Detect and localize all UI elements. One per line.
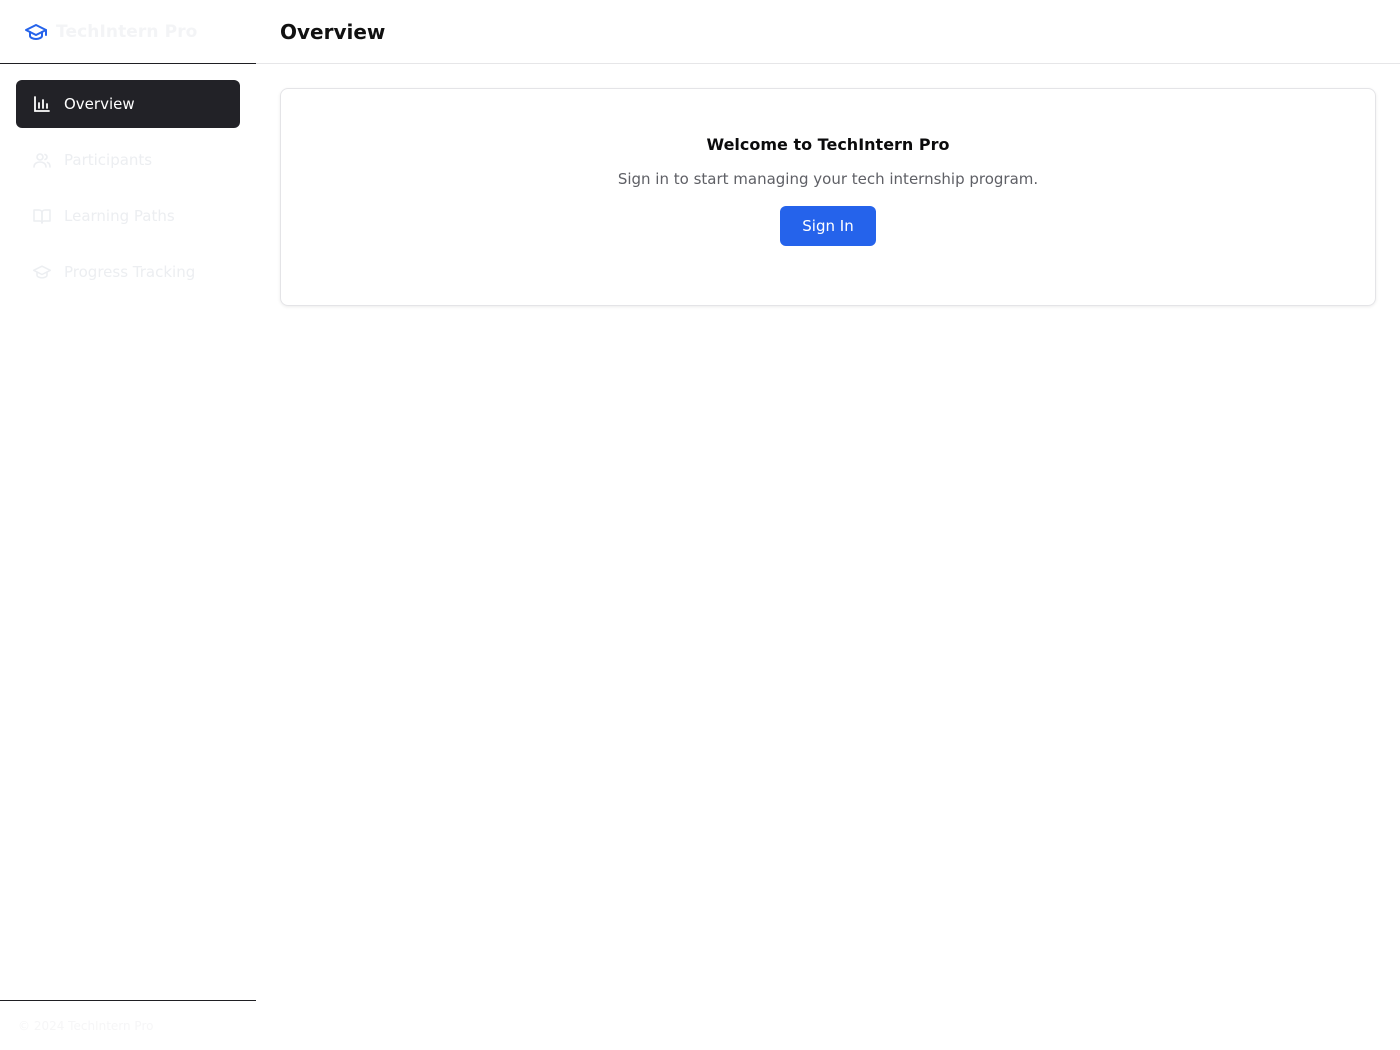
sign-in-button[interactable]: Sign In — [780, 206, 876, 246]
main-area: Overview Welcome to TechIntern Pro Sign … — [256, 0, 1400, 1050]
sidebar-item-label: Learning Paths — [64, 207, 175, 225]
sidebar-item-progress-tracking[interactable]: Progress Tracking — [16, 248, 240, 296]
bar-chart-icon — [32, 94, 52, 114]
main-content: Welcome to TechIntern Pro Sign in to sta… — [256, 64, 1400, 330]
graduation-cap-icon — [32, 262, 52, 282]
welcome-subtitle: Sign in to start managing your tech inte… — [617, 170, 1039, 188]
sidebar-item-learning-paths[interactable]: Learning Paths — [16, 192, 240, 240]
welcome-card: Welcome to TechIntern Pro Sign in to sta… — [280, 88, 1376, 306]
sidebar-item-overview[interactable]: Overview — [16, 80, 240, 128]
graduation-cap-icon — [24, 20, 48, 44]
app-root: TechIntern Pro Overview Participants Lea… — [0, 0, 1400, 1050]
sidebar-item-label: Progress Tracking — [64, 263, 196, 281]
book-open-icon — [32, 206, 52, 226]
brand-name: TechIntern Pro — [56, 21, 198, 42]
page-title: Overview — [280, 19, 386, 44]
sidebar-item-participants[interactable]: Participants — [16, 136, 240, 184]
sidebar: TechIntern Pro Overview Participants Lea… — [0, 0, 256, 1050]
sidebar-item-label: Overview — [64, 95, 135, 113]
brand-header: TechIntern Pro — [0, 0, 256, 64]
users-icon — [32, 150, 52, 170]
welcome-title: Welcome to TechIntern Pro — [706, 135, 950, 154]
sidebar-nav: Overview Participants Learning Paths Pro… — [0, 64, 256, 320]
sidebar-item-label: Participants — [64, 151, 153, 169]
top-bar: Overview — [256, 0, 1400, 64]
footer-text: © 2024 TechIntern Pro — [18, 1018, 154, 1033]
sidebar-footer: © 2024 TechIntern Pro — [0, 1000, 256, 1050]
